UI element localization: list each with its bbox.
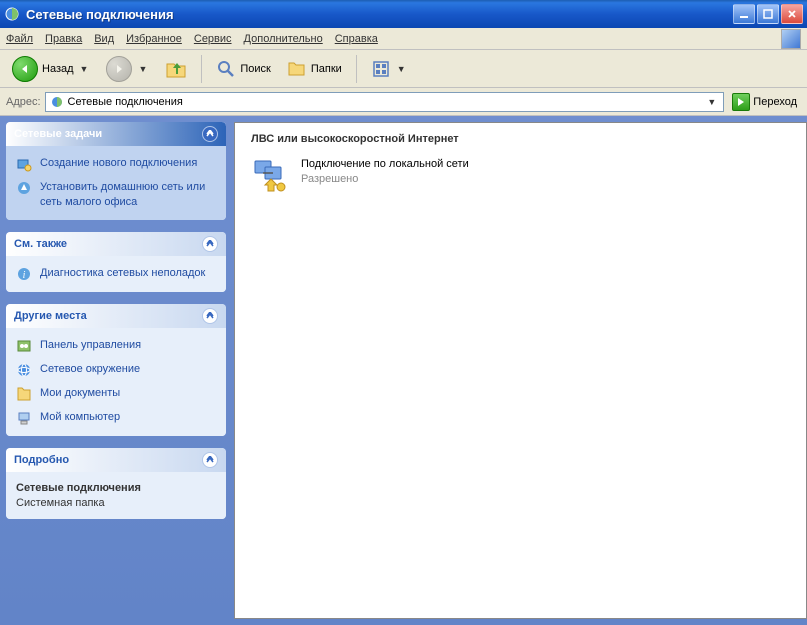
panel-title-tasks: Сетевые задачи [14, 128, 102, 140]
views-dropdown-icon[interactable]: ▼ [395, 64, 408, 74]
panel-header-tasks[interactable]: Сетевые задачи [6, 122, 226, 146]
address-icon [50, 95, 64, 109]
place-my-computer[interactable]: Мой компьютер [16, 410, 216, 426]
address-dropdown-icon[interactable]: ▼ [704, 97, 719, 107]
connection-item[interactable]: Подключение по локальной сети Разрешено [251, 157, 471, 197]
menu-help[interactable]: Справка [335, 33, 378, 45]
search-label: Поиск [240, 63, 270, 75]
panel-body-seealso: i Диагностика сетевых неполадок [6, 256, 226, 292]
computer-icon [16, 410, 32, 426]
address-field[interactable]: Сетевые подключения ▼ [45, 92, 725, 112]
panel-title-seealso: См. также [14, 238, 67, 250]
home-network-icon [16, 180, 32, 196]
back-dropdown-icon[interactable]: ▼ [78, 64, 91, 74]
forward-arrow-icon [106, 56, 132, 82]
new-connection-icon [16, 156, 32, 172]
sidebar: Сетевые задачи Создание нового подключен… [6, 122, 234, 619]
address-bar: Адрес: Сетевые подключения ▼ Переход [0, 88, 807, 116]
panel-title-details: Подробно [14, 454, 69, 466]
task-label: Диагностика сетевых неполадок [40, 266, 205, 281]
chevron-up-icon [202, 236, 218, 252]
place-label: Мой компьютер [40, 410, 120, 425]
views-button[interactable]: ▼ [365, 56, 414, 82]
task-create-connection[interactable]: Создание нового подключения [16, 156, 216, 172]
search-button[interactable]: Поиск [210, 56, 276, 82]
menu-favorites[interactable]: Избранное [126, 33, 182, 45]
back-label: Назад [42, 63, 74, 75]
place-control-panel[interactable]: Панель управления [16, 338, 216, 354]
maximize-button[interactable] [757, 4, 779, 24]
address-label: Адрес: [6, 96, 41, 108]
svg-text:i: i [23, 270, 26, 281]
place-network-neighborhood[interactable]: Сетевое окружение [16, 362, 216, 378]
chevron-up-icon [202, 126, 218, 142]
content-area: ЛВС или высокоскоростной Интернет Подклю… [234, 122, 807, 619]
panel-body-tasks: Создание нового подключения Установить д… [6, 146, 226, 220]
close-button[interactable] [781, 4, 803, 24]
panel-see-also: См. также i Диагностика сетевых неполадо… [6, 232, 226, 292]
network-icon [16, 362, 32, 378]
search-icon [216, 59, 236, 79]
throbber-icon [781, 29, 801, 49]
back-arrow-icon [12, 56, 38, 82]
connection-text: Подключение по локальной сети Разрешено [301, 157, 469, 187]
documents-icon [16, 386, 32, 402]
task-label: Установить домашнюю сеть или сеть малого… [40, 180, 216, 210]
panel-body-details: Сетевые подключения Системная папка [6, 472, 226, 519]
toolbar-separator [201, 55, 202, 83]
panel-header-details[interactable]: Подробно [6, 448, 226, 472]
panel-header-places[interactable]: Другие места [6, 304, 226, 328]
connection-status: Разрешено [301, 172, 469, 187]
back-button[interactable]: Назад ▼ [6, 53, 96, 85]
place-label: Мои документы [40, 386, 120, 401]
details-name: Сетевые подключения [16, 482, 216, 494]
folders-icon [287, 59, 307, 79]
chevron-up-icon [202, 452, 218, 468]
menu-tools[interactable]: Сервис [194, 33, 232, 45]
task-label: Создание нового подключения [40, 156, 197, 171]
body-area: Сетевые задачи Создание нового подключен… [0, 116, 807, 625]
menu-file[interactable]: Файл [6, 33, 33, 45]
group-header: ЛВС или высокоскоростной Интернет [251, 133, 790, 145]
folders-button[interactable]: Папки [281, 56, 348, 82]
menu-advanced[interactable]: Дополнительно [244, 33, 323, 45]
menu-edit[interactable]: Правка [45, 33, 82, 45]
place-label: Сетевое окружение [40, 362, 140, 377]
titlebar: Сетевые подключения [0, 0, 807, 28]
go-button[interactable]: Переход [728, 91, 801, 113]
panel-details: Подробно Сетевые подключения Системная п… [6, 448, 226, 519]
task-setup-home-network[interactable]: Установить домашнюю сеть или сеть малого… [16, 180, 216, 210]
window-title: Сетевые подключения [26, 7, 733, 22]
menubar: Файл Правка Вид Избранное Сервис Дополни… [0, 28, 807, 50]
app-icon [4, 6, 20, 22]
toolbar-separator [356, 55, 357, 83]
forward-dropdown-icon: ▼ [136, 64, 149, 74]
details-type: Системная папка [16, 497, 216, 509]
menu-view[interactable]: Вид [94, 33, 114, 45]
task-network-diagnostics[interactable]: i Диагностика сетевых неполадок [16, 266, 216, 282]
up-button[interactable] [159, 55, 193, 83]
folders-label: Папки [311, 63, 342, 75]
panel-body-places: Панель управления Сетевое окружение Мои … [6, 328, 226, 436]
go-arrow-icon [732, 93, 750, 111]
chevron-up-icon [202, 308, 218, 324]
views-icon [371, 59, 391, 79]
control-panel-icon [16, 338, 32, 354]
panel-other-places: Другие места Панель управления Сетевое о [6, 304, 226, 436]
lan-connection-icon [251, 157, 291, 197]
panel-title-places: Другие места [14, 310, 87, 322]
place-label: Панель управления [40, 338, 141, 353]
toolbar: Назад ▼ ▼ Поиск Папки ▼ [0, 50, 807, 88]
address-value: Сетевые подключения [68, 96, 183, 108]
go-label: Переход [753, 96, 797, 108]
info-icon: i [16, 266, 32, 282]
minimize-button[interactable] [733, 4, 755, 24]
panel-header-seealso[interactable]: См. также [6, 232, 226, 256]
place-my-documents[interactable]: Мои документы [16, 386, 216, 402]
forward-button: ▼ [100, 53, 155, 85]
folder-up-icon [165, 58, 187, 80]
panel-network-tasks: Сетевые задачи Создание нового подключен… [6, 122, 226, 220]
connection-name: Подключение по локальной сети [301, 157, 469, 172]
